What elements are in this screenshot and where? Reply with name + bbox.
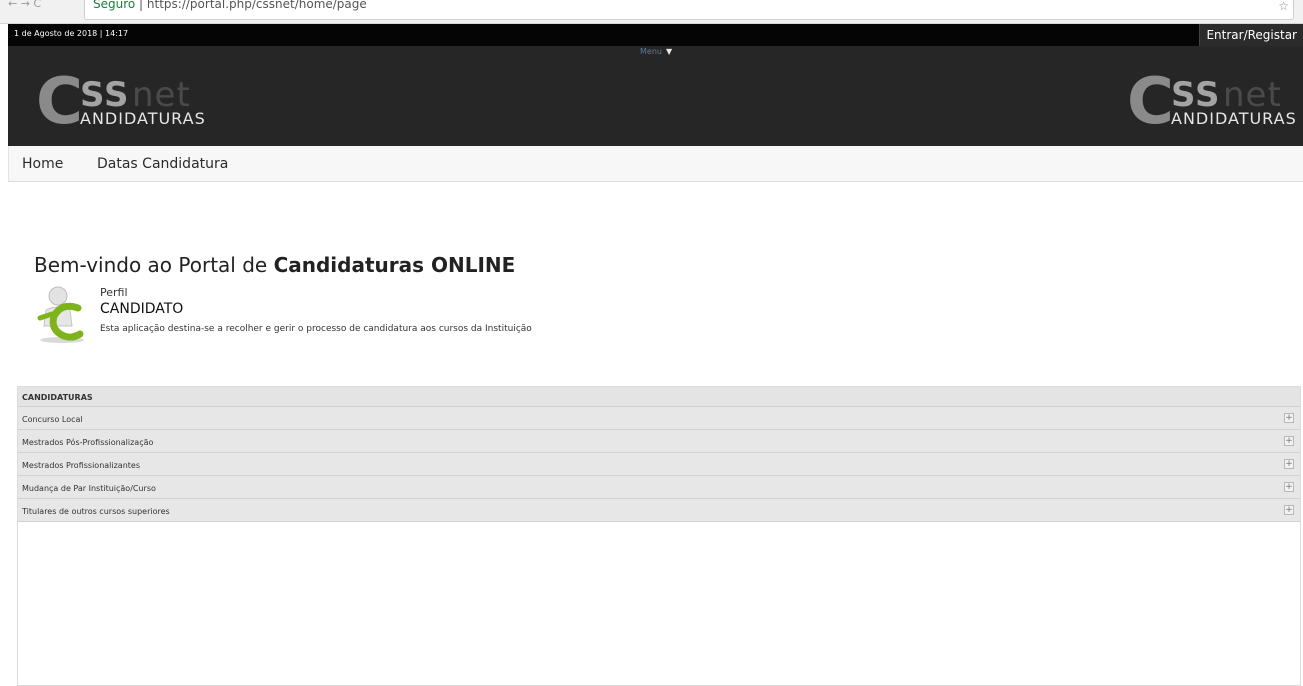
caret-down-icon: ▼ [665, 47, 673, 56]
logo-ss: SS [80, 75, 130, 115]
expand-plus-icon[interactable]: + [1284, 459, 1294, 469]
logo-letter-c: C [1127, 65, 1174, 139]
list-item[interactable]: Titulares de outros cursos superiores + [18, 499, 1300, 522]
list-item[interactable]: Concurso Local + [18, 407, 1300, 430]
profile-role: CANDIDATO [100, 301, 184, 317]
page-title: Bem-vindo ao Portal de Candidaturas ONLI… [34, 253, 515, 277]
browser-nav-arrows-icon[interactable]: ← → C [8, 0, 41, 9]
login-register-button[interactable]: Entrar/Registar [1199, 24, 1303, 46]
expand-plus-icon[interactable]: + [1284, 413, 1294, 423]
menu-toggle-label: Menu [640, 47, 662, 56]
date-time-text: 1 de Agosto de 2018 | 14:17 [14, 29, 129, 38]
logo-net: net [1223, 75, 1282, 115]
sub-bar: Menu ▼ [8, 46, 1303, 60]
site-header: C SS net ANDIDATURAS C SS net ANDIDATURA… [8, 60, 1303, 146]
list-item-label: Titulares de outros cursos superiores [22, 507, 170, 516]
browser-toolbar: ← → C Seguro | https://portal.php/cssnet… [0, 0, 1303, 24]
list-item[interactable]: Mestrados Pós-Profissionalização + [18, 430, 1300, 453]
cssnet-logo-right: C SS net ANDIDATURAS [1127, 70, 1296, 134]
cssnet-logo-left[interactable]: C SS net ANDIDATURAS [36, 70, 205, 134]
logo-subtitle: ANDIDATURAS [1171, 109, 1297, 128]
list-item-label: Concurso Local [22, 415, 83, 424]
logo-net: net [132, 75, 191, 115]
logo-letter-c: C [36, 65, 83, 139]
candidaturas-panel: CANDIDATURAS Concurso Local + Mestrados … [17, 386, 1301, 686]
expand-plus-icon[interactable]: + [1284, 505, 1294, 515]
secure-label: Seguro [93, 0, 136, 11]
address-bar[interactable]: Seguro | https://portal.php/cssnet/home/… [84, 0, 1294, 20]
page-title-bold: Candidaturas ONLINE [273, 253, 516, 277]
profile-label: Perfil [100, 286, 128, 299]
main-menu: Home Datas Candidatura [8, 146, 1303, 182]
candidate-profile-icon [37, 286, 84, 343]
list-item-label: Mestrados Pós-Profissionalização [22, 438, 154, 447]
list-item[interactable]: Mestrados Profissionalizantes + [18, 453, 1300, 476]
logo-subtitle: ANDIDATURAS [80, 109, 206, 128]
expand-plus-icon[interactable]: + [1284, 482, 1294, 492]
top-bar: 1 de Agosto de 2018 | 14:17 Entrar/Regis… [8, 24, 1303, 46]
list-item[interactable]: Mudança de Par Instituição/Curso + [18, 476, 1300, 499]
candidaturas-header: CANDIDATURAS [18, 387, 1300, 407]
bookmark-star-icon[interactable]: ☆ [1278, 0, 1289, 12]
list-item-label: Mudança de Par Instituição/Curso [22, 484, 156, 493]
expand-plus-icon[interactable]: + [1284, 436, 1294, 446]
page-title-prefix: Bem-vindo ao Portal de [34, 253, 274, 277]
logo-ss: SS [1171, 75, 1221, 115]
menu-item-datas-candidatura[interactable]: Datas Candidatura [97, 156, 228, 172]
menu-item-home[interactable]: Home [22, 156, 63, 172]
menu-toggle[interactable]: Menu ▼ [640, 47, 672, 56]
list-item-label: Mestrados Profissionalizantes [22, 461, 141, 470]
app-description: Esta aplicação destina-se a recolher e g… [100, 324, 532, 334]
url-text: | https://portal.php/cssnet/home/page [135, 0, 367, 11]
